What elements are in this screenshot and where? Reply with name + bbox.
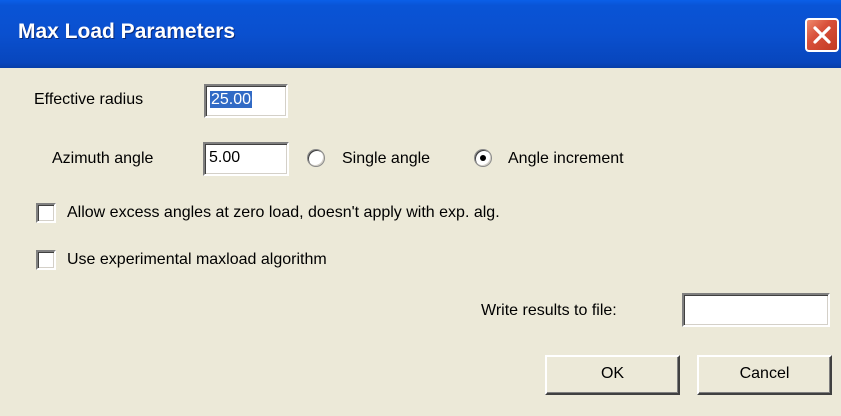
single-angle-label: Single angle (342, 150, 431, 167)
allow-excess-label: Allow excess angles at zero load, doesn'… (67, 204, 500, 221)
ok-button[interactable]: OK (545, 355, 680, 395)
effective-radius-label: Effective radius (34, 91, 144, 108)
effective-radius-input[interactable]: 25.00 (204, 84, 288, 118)
experimental-algorithm-label: Use experimental maxload algorithm (67, 251, 327, 268)
close-icon (813, 26, 831, 44)
angle-increment-radio[interactable] (474, 149, 492, 167)
radio-selected-dot (480, 155, 486, 161)
window-title: Max Load Parameters (18, 20, 236, 43)
title-bar[interactable]: Max Load Parameters (0, 0, 841, 68)
experimental-algorithm-checkbox[interactable] (36, 250, 56, 270)
angle-increment-label: Angle increment (508, 150, 624, 167)
azimuth-angle-value: 5.00 (209, 149, 241, 166)
azimuth-angle-input[interactable]: 5.00 (203, 142, 289, 176)
write-results-input[interactable] (682, 293, 830, 327)
effective-radius-value: 25.00 (210, 91, 253, 108)
cancel-button[interactable]: Cancel (697, 355, 832, 395)
close-button[interactable] (805, 18, 839, 52)
write-results-label: Write results to file: (481, 302, 617, 319)
azimuth-angle-label: Azimuth angle (52, 150, 154, 167)
allow-excess-checkbox[interactable] (36, 203, 56, 223)
single-angle-radio[interactable] (307, 149, 325, 167)
